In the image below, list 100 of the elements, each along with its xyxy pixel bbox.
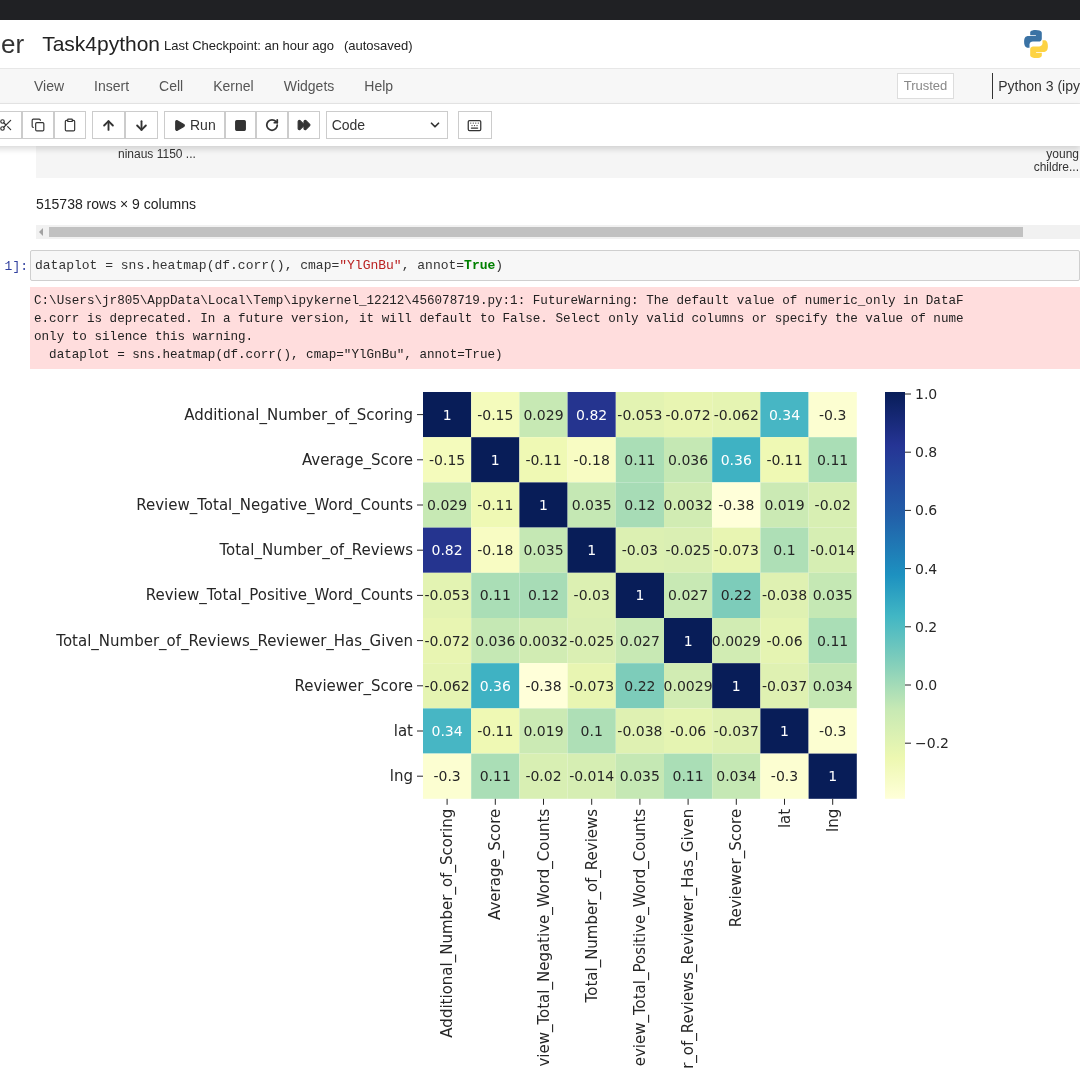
cell-value: 0.11 xyxy=(479,587,511,604)
kernel-name[interactable]: Python 3 (ipy xyxy=(998,75,1080,97)
colorbar-tick-label: 1.0 xyxy=(915,386,938,402)
cell-value: 0.034 xyxy=(716,768,757,785)
notebook-title[interactable]: Task4python xyxy=(42,28,161,60)
restart-button[interactable] xyxy=(255,111,288,139)
row-label: lat xyxy=(393,722,413,740)
column-label: eview_Total_Positive_Word_Counts xyxy=(630,808,649,1067)
row-label: Review_Total_Negative_Word_Counts xyxy=(136,496,413,514)
warning-line: C:\Users\jr805\AppData\Local\Temp\ipykernel_12212\456078719.py:1: FutureWarning: The default value of numeric_only in DataF xyxy=(34,293,964,310)
cell-value: 0.0029 xyxy=(711,632,761,649)
warning-line: dataplot = sns.heatmap(df.corr(), cmap="YlGnBu", annot=True) xyxy=(48,347,503,364)
cell-value: 0.22 xyxy=(720,587,752,604)
cell-value: -0.03 xyxy=(621,542,658,559)
menu-item[interactable]: Kernel xyxy=(213,75,254,97)
cell-value: -0.037 xyxy=(713,723,759,739)
arrow-down-icon xyxy=(134,117,149,133)
run-all-button[interactable] xyxy=(287,111,320,139)
menu-item[interactable]: Widgets xyxy=(283,75,335,97)
cell-value: 1 xyxy=(828,768,838,785)
row-label: Average_Score xyxy=(301,450,413,469)
warning-line: only to silence this warning. xyxy=(34,329,254,346)
cell-value: -0.38 xyxy=(525,677,562,694)
cell-value: -0.11 xyxy=(525,451,562,468)
cell-value: 0.019 xyxy=(523,723,564,739)
paste-button[interactable] xyxy=(54,111,86,139)
cell-value: -0.38 xyxy=(718,497,755,513)
column-label: Average_Score xyxy=(486,808,505,920)
cell-value: 1 xyxy=(442,406,452,423)
table-cell-text: young xyxy=(1046,148,1079,161)
colorbar-tick-label: 0.2 xyxy=(915,618,938,635)
cell-value: 0.0032 xyxy=(519,632,568,649)
cell-value: -0.053 xyxy=(617,406,663,423)
clipboard-icon xyxy=(63,118,77,132)
cell-value: -0.3 xyxy=(770,768,799,785)
checkpoint-text: Last Checkpoint: an hour ago xyxy=(164,36,334,55)
cell-value: 0.035 xyxy=(812,587,853,604)
cell-value: 0.11 xyxy=(624,451,656,468)
cell-value: -0.3 xyxy=(433,768,461,785)
cell-value: 0.035 xyxy=(619,768,660,785)
trusted-badge[interactable]: Trusted xyxy=(896,73,955,99)
cell-value: -0.02 xyxy=(814,497,851,513)
cell-type-select[interactable]: Code xyxy=(325,111,448,139)
cell-value: -0.072 xyxy=(665,406,711,423)
cell-value: 0.11 xyxy=(672,768,704,785)
move-up-button[interactable] xyxy=(92,111,125,139)
keyboard-button[interactable] xyxy=(457,111,492,139)
horizontal-scrollbar[interactable] xyxy=(36,225,1080,239)
row-count-text: 515738 rows × 9 columns xyxy=(36,195,196,214)
copy-button[interactable] xyxy=(22,111,54,139)
cell-value: 1 xyxy=(635,587,645,604)
cell-value: -0.072 xyxy=(424,632,470,649)
cell-value: 1 xyxy=(587,542,597,559)
cell-value: -0.11 xyxy=(766,451,803,468)
row-label: Review_Total_Positive_Word_Counts xyxy=(145,586,413,605)
menu-item[interactable]: View xyxy=(34,75,65,97)
cell-value: -0.06 xyxy=(670,723,707,739)
cell-value: 0.0029 xyxy=(663,677,713,694)
cell-value: 0.36 xyxy=(720,451,752,468)
move-down-button[interactable] xyxy=(125,111,158,139)
cell-value: -0.038 xyxy=(761,587,808,604)
cell-value: -0.062 xyxy=(424,677,470,694)
column-label: lat xyxy=(775,808,794,829)
row-label: Additional_Number_of_Scoring xyxy=(184,405,413,424)
cell-value: 1 xyxy=(539,497,548,513)
cell-value: -0.025 xyxy=(569,632,615,649)
row-label: Total_Number_of_Reviews_Reviewer_Has_Given xyxy=(56,631,413,650)
autosave-text: (autosaved) xyxy=(343,36,413,55)
cell-value: -0.053 xyxy=(424,587,470,604)
run-button[interactable]: Run xyxy=(164,111,225,139)
colorbar-tick-label: 0.4 xyxy=(915,560,938,577)
cell-value: -0.073 xyxy=(713,542,759,559)
app-name: er xyxy=(1,31,25,57)
warning-line: e.corr is deprecated. In a future version, it will default to False. Select only valid columns or specify the value of nume xyxy=(34,311,964,328)
cell-value: 0.34 xyxy=(768,406,801,423)
code-input[interactable]: dataplot = sns.heatmap(df.corr(), cmap="YlGnBu", annot=True) xyxy=(30,250,1080,281)
row-label: Reviewer_Score xyxy=(294,676,413,695)
menu-item[interactable]: Insert xyxy=(94,75,130,97)
cell-value: 0.036 xyxy=(475,632,516,649)
cell-value: -0.11 xyxy=(477,723,514,739)
stop-button[interactable] xyxy=(224,111,256,139)
scissors-icon xyxy=(0,118,13,132)
menu-item[interactable]: Help xyxy=(364,75,394,97)
cell-value: 0.029 xyxy=(427,497,468,513)
cell-value: -0.037 xyxy=(761,677,808,694)
cell-value: -0.15 xyxy=(477,406,514,423)
column-label: view_Total_Negative_Word_Counts xyxy=(534,808,553,1067)
row-label: Total_Number_of_Reviews xyxy=(219,541,413,560)
colorbar-tick-label: −0.2 xyxy=(915,735,949,752)
cell-value: -0.15 xyxy=(429,451,466,468)
cell-value: -0.18 xyxy=(573,451,610,468)
scrollbar-thumb[interactable] xyxy=(49,227,1023,237)
cell-value: 1 xyxy=(490,451,500,468)
menu-item[interactable]: Cell xyxy=(159,75,184,97)
restart-icon xyxy=(264,118,279,132)
cell-value: 0.82 xyxy=(431,542,463,559)
cell-value: -0.06 xyxy=(766,632,803,649)
cell-value: 0.22 xyxy=(624,677,656,694)
cell-value: -0.062 xyxy=(713,406,759,423)
column-label: Additional_Number_of_Scoring xyxy=(438,808,457,1038)
